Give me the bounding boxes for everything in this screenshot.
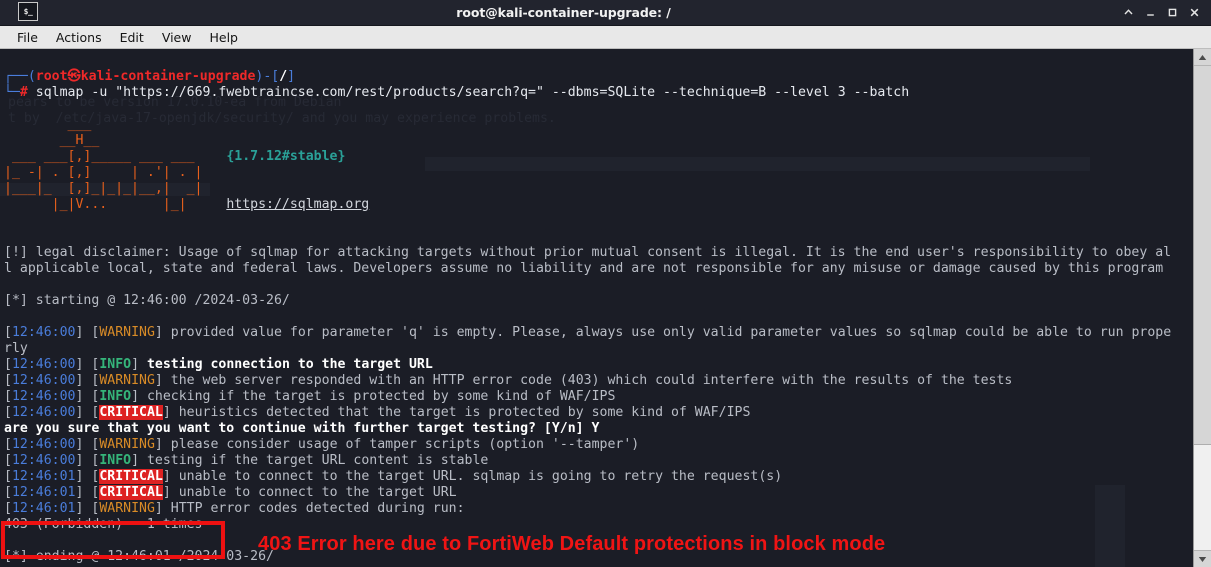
log-line-0-wrap: rly [4,341,28,356]
vertical-scrollbar[interactable] [1193,49,1211,567]
error-summary-line: 403 (Forbidden) - 1 times [4,517,1193,533]
confirm-prompt-line: are you sure that you want to continue w… [4,421,600,436]
terminal-screen: ┌──(root㉿kali-container-upgrade)-[/] └─# … [4,53,1193,565]
terminal-line-blank-3 [4,229,1193,245]
scrollbar-track[interactable] [1194,66,1211,550]
prompt-line-command: └─# sqlmap -u "https://669.fwebtraincse.… [4,85,1193,101]
menubar: File Actions Edit View Help [0,26,1211,49]
prompt-line-top: ┌──(root㉿kali-container-upgrade)-[/] [4,69,1193,85]
banner-version: {1.7.12#stable} [226,149,346,164]
scroll-down-arrow-icon[interactable] [1194,550,1211,567]
banner-art-line-3: ___ ___[,]_____ ___ ___ {1.7.12#stable} [4,149,346,164]
menu-item-actions[interactable]: Actions [47,28,111,47]
banner-art-line-6: |_|V... |_| https://sqlmap.org [4,197,370,212]
prompt-host: kali-container-upgrade [80,69,256,84]
critical-badge: CRITICAL [99,405,163,420]
prompt-sigil: # [19,85,28,100]
terminal-output-area[interactable]: pears to be version 17.0.10-ea from Debi… [0,49,1193,567]
banner-art-line-5: |___|_ [,]_|_|_|__,| _| [4,181,203,196]
terminal-line-blank-1 [4,101,1193,117]
starting-line: [*] starting @ 12:46:00 /2024-03-26/ [4,293,290,308]
annotation-label: 403 Error here due to FortiWeb Default p… [258,533,886,555]
error-summary-text: 403 (Forbidden) - 1 times [4,517,203,532]
menu-item-edit[interactable]: Edit [111,28,153,47]
prompt-branch-top: ┌──( [4,69,36,84]
log-line-1: [12:46:00] [INFO] testing connection to … [4,357,433,372]
log-line-8: [12:46:01] [CRITICAL] unable to connect … [4,485,457,500]
terminal-line-blank-5 [4,309,1193,325]
log-line-4: [12:46:00] [CRITICAL] heuristics detecte… [4,405,751,420]
terminal-window: $_ root@kali-container-upgrade: / File A… [0,0,1211,567]
close-button[interactable] [1183,2,1205,24]
prompt-user: root [35,69,68,84]
shade-window-button[interactable] [1117,2,1139,24]
log-line-6: [12:46:00] [INFO] testing if the target … [4,453,489,468]
menu-item-file[interactable]: File [8,28,47,47]
log-line-9: [12:46:01] [WARNING] HTTP error codes de… [4,501,465,516]
minimize-button[interactable] [1139,2,1161,24]
menu-item-help[interactable]: Help [200,28,247,47]
terminal-line-blank-4 [4,277,1193,293]
terminal-line-blank-2 [4,213,1193,229]
prompt-path: / [279,69,288,84]
log-line-0: [12:46:00] [WARNING] provided value for … [4,325,1172,340]
window-titlebar[interactable]: $_ root@kali-container-upgrade: / [0,0,1211,26]
terminal-icon: $_ [18,2,38,21]
prompt-branch-bottom: └─ [4,85,20,100]
window-controls [1117,2,1211,24]
scrollbar-thumb[interactable] [1194,66,1211,445]
disclaimer-line-1: [!] legal disclaimer: Usage of sqlmap fo… [4,245,1172,260]
sqlmap-url-link[interactable]: https://sqlmap.org [226,197,369,212]
prompt-close-bracket: ] [287,69,296,84]
prompt-close-paren: )-[ [255,69,280,84]
terminal-body: pears to be version 17.0.10-ea from Debi… [0,49,1211,567]
command-text: sqlmap -u "https://669.fwebtraincse.com/… [35,85,910,100]
log-line-3: [12:46:00] [INFO] checking if the target… [4,389,616,404]
scroll-up-arrow-icon[interactable] [1194,49,1211,66]
log-line-2: [12:46:00] [WARNING] the web server resp… [4,373,1013,388]
disclaimer-line-2: l applicable local, state and federal la… [4,261,1164,276]
log-line-5: [12:46:00] [WARNING] please consider usa… [4,437,640,452]
banner-art-line-2: __H__ [4,133,100,148]
window-title: root@kali-container-upgrade: / [456,5,671,20]
maximize-button[interactable] [1161,2,1183,24]
terminal-line-blank-0 [4,53,1193,69]
prompt-at-glyph: ㉿ [67,69,81,84]
menu-item-view[interactable]: View [153,28,201,47]
banner-art-line-1: ___ [4,117,92,132]
banner-art-line-4: |_ -| . [,] | .'| . | [4,165,203,180]
log-line-7: [12:46:01] [CRITICAL] unable to connect … [4,469,783,484]
